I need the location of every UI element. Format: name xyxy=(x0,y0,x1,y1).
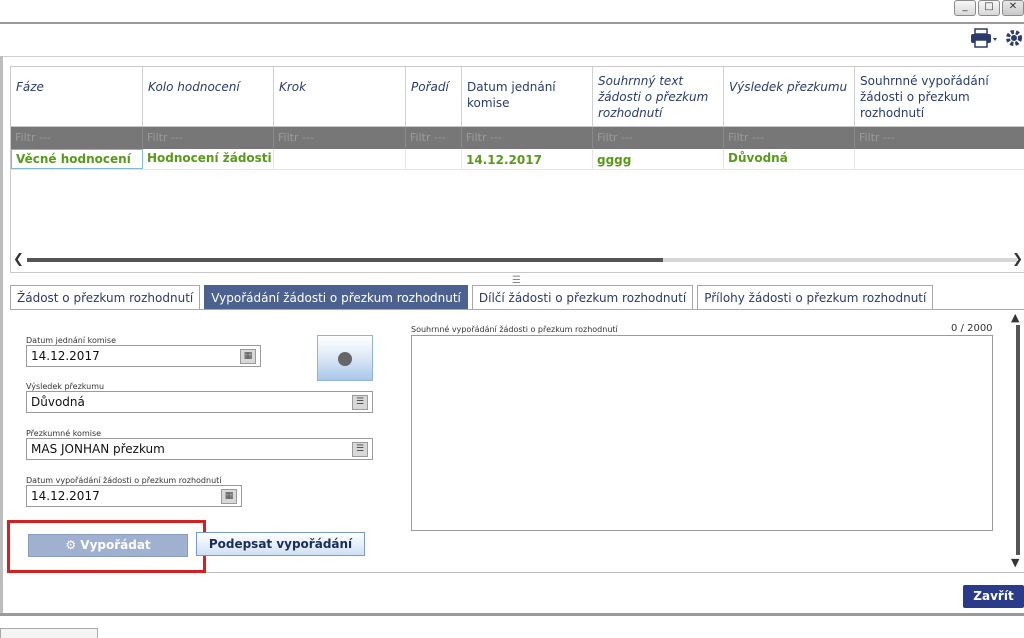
column-header[interactable]: Fáze xyxy=(11,67,143,126)
seal-icon xyxy=(338,352,352,366)
result-label: Výsledek přezkumu xyxy=(26,382,105,391)
tab-partial-requests[interactable]: Dílčí žádosti o přezkum rozhodnutí xyxy=(471,285,694,309)
gears-icon: ⚙ xyxy=(65,538,77,552)
character-counter: 0 / 2000 xyxy=(951,323,993,334)
filter-input[interactable]: Filtr --- xyxy=(11,127,143,149)
column-header[interactable]: Pořadí xyxy=(406,67,462,126)
grid-header: Fáze Kolo hodnocení Krok Pořadí Datum je… xyxy=(11,67,1024,127)
scroll-thumb[interactable] xyxy=(27,258,663,262)
window-controls: _ □ ✕ xyxy=(954,0,1024,16)
table-cell[interactable] xyxy=(855,149,1024,169)
filter-input[interactable]: Filtr --- xyxy=(143,127,274,149)
gear-icon[interactable] xyxy=(1004,28,1024,52)
column-header[interactable]: Krok xyxy=(274,67,406,126)
table-row[interactable]: Věcné hodnocení Hodnocení žádosti o pc 1… xyxy=(11,149,1024,170)
table-cell[interactable]: 14.12.2017 xyxy=(462,149,593,169)
calendar-icon[interactable]: ▦ xyxy=(221,489,237,504)
result-field[interactable]: Důvodná ☰ xyxy=(26,391,373,413)
summary-label: Souhrnné vypořádání žádosti o přezkum ro… xyxy=(411,325,618,334)
table-cell[interactable]: Hodnocení žádosti o pc xyxy=(143,149,274,169)
column-header[interactable]: Kolo hodnocení xyxy=(143,67,274,126)
horizontal-scrollbar[interactable]: ❮ ❯ xyxy=(11,252,1024,267)
tab-bar: Žádost o přezkum rozhodnutí Vypořádání ž… xyxy=(10,285,934,309)
settle-date-value: 14.12.2017 xyxy=(31,489,100,503)
table-cell[interactable]: Důvodná xyxy=(724,149,855,169)
column-header[interactable]: Výsledek přezkumu xyxy=(724,67,855,126)
meeting-date-label: Datum jednání komise xyxy=(26,336,116,345)
table-cell[interactable]: gggg xyxy=(593,149,724,169)
chevron-left-icon[interactable]: ❮ xyxy=(13,252,24,267)
committee-value: MAS JONHAN přezkum xyxy=(31,442,165,456)
results-grid: Fáze Kolo hodnocení Krok Pořadí Datum je… xyxy=(10,66,1024,273)
filter-input[interactable]: Filtr --- xyxy=(462,127,593,149)
filter-input[interactable]: Filtr --- xyxy=(406,127,462,149)
close-button[interactable]: Zavřít xyxy=(963,585,1024,608)
committee-field[interactable]: MAS JONHAN přezkum ☰ xyxy=(26,438,373,460)
list-icon[interactable]: ☰ xyxy=(352,395,368,410)
meeting-date-field[interactable]: 14.12.2017 ▦ xyxy=(26,345,261,367)
tab-settlement[interactable]: Vypořádání žádosti o přezkum rozhodnutí xyxy=(204,285,468,309)
filter-input[interactable]: Filtr --- xyxy=(274,127,406,149)
sign-settlement-button[interactable]: Podepsat vypořádání xyxy=(196,532,365,556)
table-cell[interactable] xyxy=(274,149,406,169)
settle-date-field[interactable]: 14.12.2017 ▦ xyxy=(26,485,242,507)
close-window-button[interactable]: ✕ xyxy=(1002,0,1024,16)
settle-button[interactable]: ⚙ Vypořádat xyxy=(28,534,188,557)
title-bar: _ □ ✕ xyxy=(0,0,1024,24)
maximize-button[interactable]: □ xyxy=(978,0,1000,16)
table-cell[interactable] xyxy=(406,149,462,169)
chevron-right-icon[interactable]: ❯ xyxy=(1012,252,1023,267)
calendar-icon[interactable]: ▦ xyxy=(240,349,256,364)
committee-label: Přezkumné komise xyxy=(26,429,102,438)
column-header[interactable]: Datum jednání komise xyxy=(462,67,593,126)
left-edge xyxy=(0,56,3,616)
table-cell[interactable]: Věcné hodnocení xyxy=(11,149,143,169)
settle-date-label: Datum vypořádání žádosti o přezkum rozho… xyxy=(26,476,222,485)
scroll-thumb[interactable] xyxy=(1016,325,1020,555)
filter-input[interactable]: Filtr --- xyxy=(855,127,1024,149)
bottom-divider xyxy=(0,613,1024,616)
settle-button-label: Vypořádat xyxy=(80,538,151,552)
filter-input[interactable]: Filtr --- xyxy=(724,127,855,149)
tab-request[interactable]: Žádost o přezkum rozhodnutí xyxy=(10,285,201,309)
result-value: Důvodná xyxy=(31,395,85,409)
meeting-date-value: 14.12.2017 xyxy=(31,349,100,363)
minimize-button[interactable]: _ xyxy=(954,0,976,16)
vertical-scrollbar[interactable]: ▲ ▼ xyxy=(1010,311,1024,569)
chevron-down-icon[interactable]: ▼ xyxy=(1011,556,1019,569)
filter-row: Filtr --- Filtr --- Filtr --- Filtr --- … xyxy=(11,127,1024,149)
summary-textarea[interactable] xyxy=(411,335,993,531)
list-icon[interactable]: ☰ xyxy=(352,442,368,457)
seal-button[interactable] xyxy=(317,335,373,381)
tab-attachments[interactable]: Přílohy žádosti o přezkum rozhodnutí xyxy=(697,285,934,309)
printer-icon[interactable] xyxy=(970,28,998,52)
column-header[interactable]: Souhrnné vypořádání žádosti o přezkum ro… xyxy=(855,67,1024,126)
filter-input[interactable]: Filtr --- xyxy=(593,127,724,149)
toolbar xyxy=(0,24,1024,57)
column-header[interactable]: Souhrnný text žádosti o přezkum rozhodnu… xyxy=(593,67,724,126)
chevron-up-icon[interactable]: ▲ xyxy=(1011,311,1019,324)
